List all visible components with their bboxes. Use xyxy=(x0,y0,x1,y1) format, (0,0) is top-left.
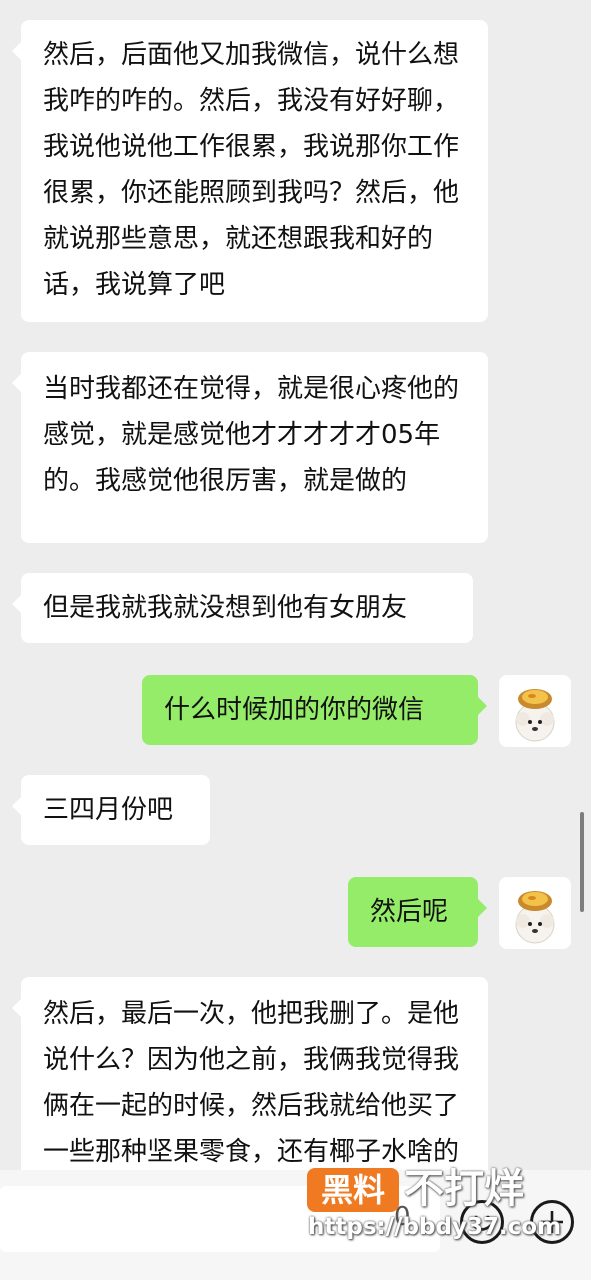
poodle-tart-avatar-icon xyxy=(515,891,555,944)
message-text: 然后呢 xyxy=(370,897,449,927)
received-message-bubble[interactable]: 三四月份吧 xyxy=(12,775,210,845)
user-avatar[interactable] xyxy=(499,675,571,747)
message-text: 什么时候加的你的微信 xyxy=(164,695,425,725)
received-message-bubble[interactable]: 然后，后面他又加我微信，说什么想我咋的咋的。然后，我没有好好聊，我说他说他工作很… xyxy=(12,20,488,322)
received-message-bubble[interactable]: 当时我都还在觉得，就是很心疼他的感觉，就是感觉他才才才才才05年的。我感觉他很厉… xyxy=(12,352,488,543)
watermark-url: https://bbdy37.com xyxy=(308,1214,562,1240)
user-avatar[interactable] xyxy=(499,877,571,949)
watermark-text: 不打烊 xyxy=(404,1166,524,1212)
sent-message-bubble[interactable]: 然后呢 xyxy=(348,877,487,947)
message-text: 当时我都还在觉得，就是很心疼他的感觉，就是感觉他才才才才才05年的。我感觉他很厉… xyxy=(43,374,460,496)
watermark-badge: 黑料 xyxy=(307,1168,399,1212)
received-message-bubble[interactable]: 但是我就我就没想到他有女朋友 xyxy=(12,573,473,643)
chat-message-list[interactable]: 然后，后面他又加我微信，说什么想我咋的咋的。然后，我没有好好聊，我说他说他工作很… xyxy=(0,0,591,1170)
message-text: 三四月份吧 xyxy=(43,795,174,825)
message-text: 然后，最后一次，他把我删了。是他说什么？因为他之前，我俩我觉得我俩在一起的时候，… xyxy=(43,999,460,1167)
message-text: 然后，后面他又加我微信，说什么想我咋的咋的。然后，我没有好好聊，我说他说他工作很… xyxy=(43,40,460,300)
poodle-tart-avatar-icon xyxy=(515,689,555,742)
message-text: 但是我就我就没想到他有女朋友 xyxy=(43,593,408,623)
scrollbar-thumb[interactable] xyxy=(580,812,584,912)
sent-message-bubble[interactable]: 什么时候加的你的微信 xyxy=(142,675,487,745)
received-message-bubble[interactable]: 然后，最后一次，他把我删了。是他说什么？因为他之前，我俩我觉得我俩在一起的时候，… xyxy=(12,977,488,1170)
